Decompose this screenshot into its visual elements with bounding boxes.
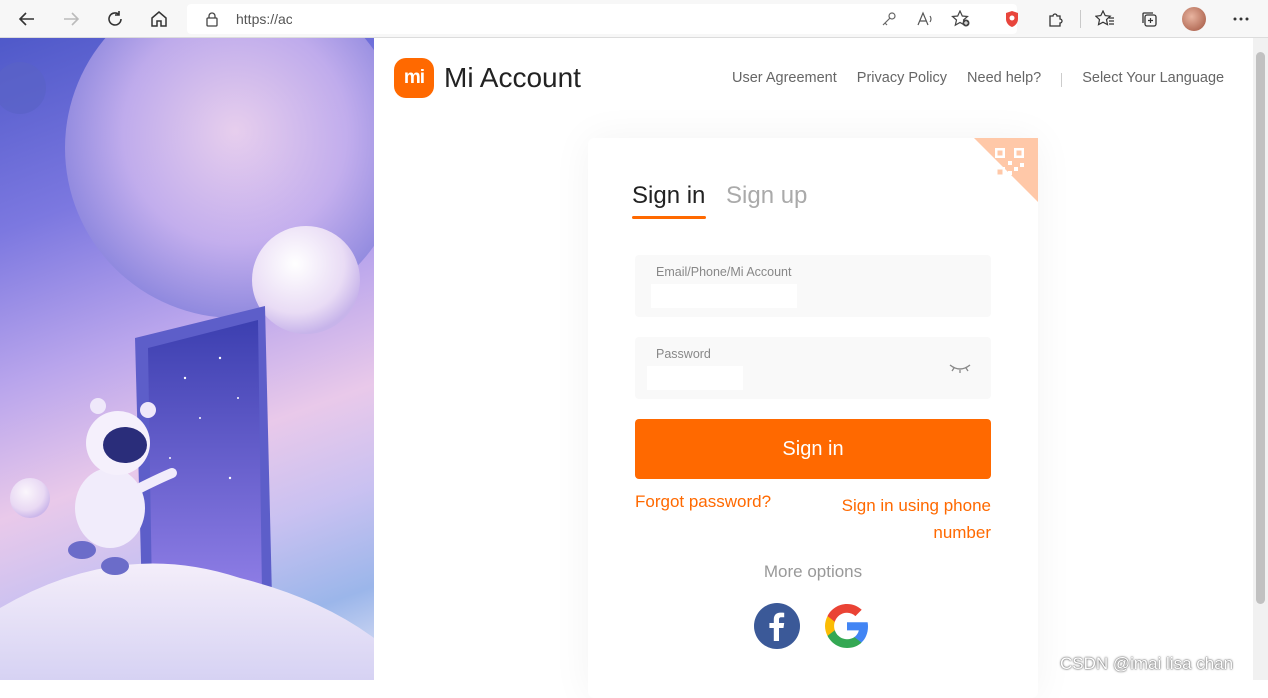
read-aloud-icon[interactable] xyxy=(913,7,937,31)
mi-logo[interactable]: mi xyxy=(394,58,434,98)
active-tab-indicator xyxy=(632,216,706,219)
header-links: User Agreement Privacy Policy Need help?… xyxy=(732,70,1244,87)
watermark: CSDN @imai lisa chan xyxy=(1060,654,1234,673)
signin-button[interactable]: Sign in xyxy=(635,419,991,479)
brand-title: Mi Account xyxy=(444,62,581,93)
hero-illustration xyxy=(0,38,374,680)
favorites-icon[interactable] xyxy=(1093,7,1117,31)
privacy-policy-link[interactable]: Privacy Policy xyxy=(857,70,947,87)
more-icon[interactable] xyxy=(1229,7,1253,31)
facebook-icon[interactable] xyxy=(754,603,800,649)
qr-code-icon[interactable] xyxy=(974,138,1038,202)
refresh-icon[interactable] xyxy=(101,5,129,33)
collections-icon[interactable] xyxy=(1137,7,1161,31)
browser-toolbar: https://ac xyxy=(0,0,1268,38)
profile-avatar[interactable] xyxy=(1182,7,1206,31)
main-area: mi Mi Account User Agreement Privacy Pol… xyxy=(374,38,1254,698)
account-field[interactable]: Email/Phone/Mi Account xyxy=(635,255,991,317)
forgot-password-link[interactable]: Forgot password? xyxy=(635,492,771,512)
back-icon[interactable] xyxy=(13,5,41,33)
forward-icon[interactable] xyxy=(57,5,85,33)
password-input[interactable] xyxy=(647,366,743,390)
header-divider xyxy=(1061,73,1063,87)
tab-signup[interactable]: Sign up xyxy=(726,182,807,210)
address-bar[interactable]: https://ac xyxy=(187,4,1017,34)
password-field[interactable]: Password xyxy=(635,337,991,399)
shield-extension-icon[interactable] xyxy=(1000,7,1024,31)
home-icon[interactable] xyxy=(145,5,173,33)
account-input[interactable] xyxy=(651,284,797,308)
favorite-add-icon[interactable] xyxy=(949,7,973,31)
account-field-label: Email/Phone/Mi Account xyxy=(656,265,792,279)
signin-card: Sign in Sign up Email/Phone/Mi Account P… xyxy=(588,138,1038,698)
page-scrollbar[interactable] xyxy=(1253,38,1268,680)
tab-signin[interactable]: Sign in xyxy=(632,182,705,210)
password-field-label: Password xyxy=(656,347,711,361)
lock-icon[interactable] xyxy=(205,11,219,32)
need-help-link[interactable]: Need help? xyxy=(967,70,1041,87)
google-icon[interactable] xyxy=(824,603,870,649)
show-password-icon[interactable] xyxy=(949,361,971,380)
extensions-icon[interactable] xyxy=(1044,7,1068,31)
mi-logo-text: mi xyxy=(403,67,425,88)
more-options-label: More options xyxy=(763,562,863,581)
toolbar-divider xyxy=(1080,10,1081,28)
scrollbar-thumb[interactable] xyxy=(1256,52,1265,604)
url-text[interactable]: https://ac xyxy=(236,11,292,27)
phone-signin-link[interactable]: Sign in using phone number xyxy=(818,492,991,546)
key-icon[interactable] xyxy=(877,7,901,31)
user-agreement-link[interactable]: User Agreement xyxy=(732,70,837,87)
language-selector[interactable]: Select Your Language xyxy=(1082,70,1224,87)
